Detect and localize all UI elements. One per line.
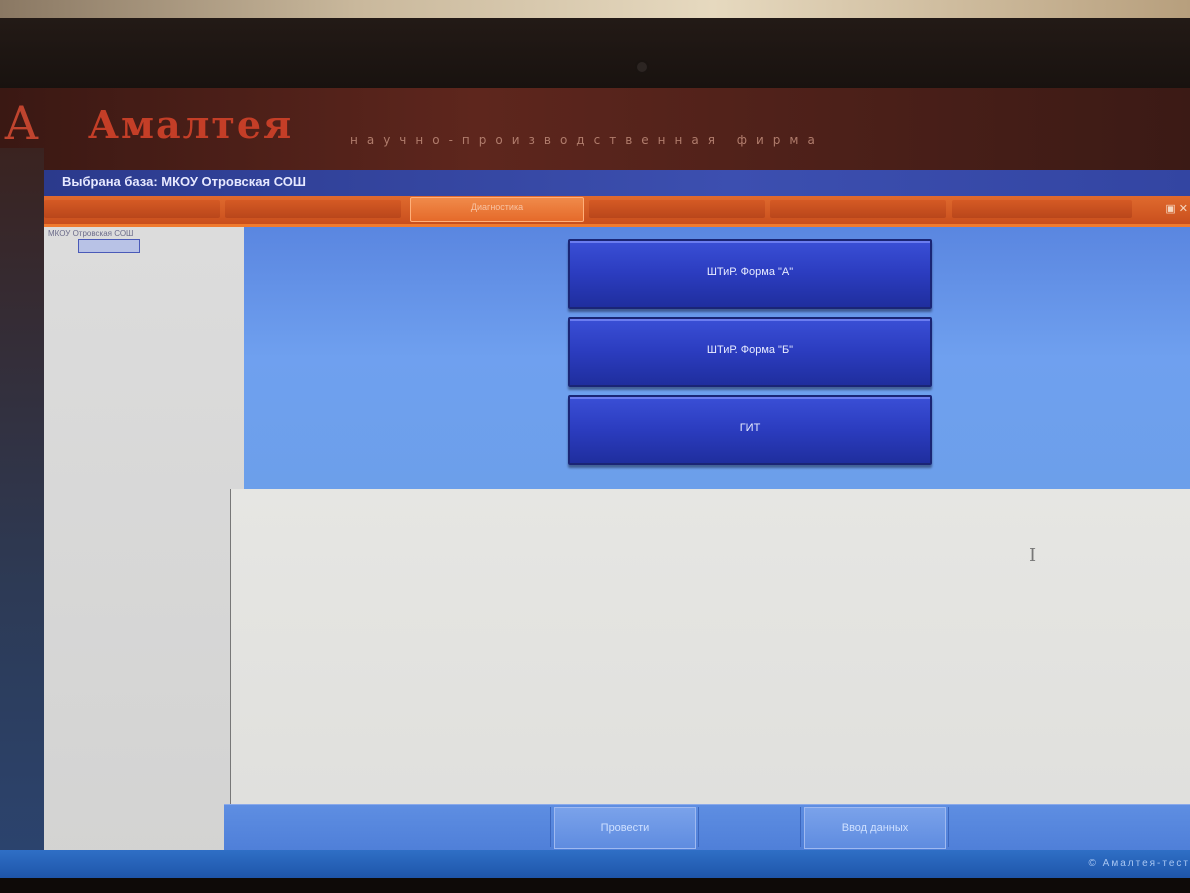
toolbar-divider (550, 807, 551, 847)
text-cursor-icon: I (1029, 545, 1037, 566)
window-controls-icon[interactable]: ▣ ✕ (1165, 202, 1188, 215)
run-button[interactable]: Провести (554, 807, 696, 849)
brand-header: А Амалтея научно-производственная фирма (0, 88, 1190, 170)
form-b-button[interactable]: ШТиР. Форма "Б" (568, 317, 932, 387)
laptop-bottom-edge (0, 878, 1190, 893)
tree-selected-node[interactable] (78, 239, 140, 253)
taskbar: © Амалтея-тест (0, 850, 1190, 878)
webcam (637, 62, 647, 72)
tab-1[interactable] (44, 200, 220, 218)
logo-mark: А (4, 96, 39, 150)
taskbar-label: © Амалтея-тест (1088, 858, 1190, 869)
toolbar-divider (698, 807, 699, 847)
tab-4[interactable] (589, 200, 765, 218)
tree-root[interactable]: МКОУ Отровская СОШ (48, 229, 133, 238)
navigation-tree: МКОУ Отровская СОШ (44, 227, 245, 870)
action-pane: ШТиР. Форма "А" ШТиР. Форма "Б" ГИТ (244, 227, 1190, 489)
bottom-toolbar: Провести Ввод данных (224, 804, 1190, 851)
toolbar-divider (948, 807, 949, 847)
tab-2[interactable] (225, 200, 401, 218)
enter-data-button[interactable]: Ввод данных (804, 807, 946, 849)
toolbar-divider (800, 807, 801, 847)
tab-bar: Диагностика ▣ ✕ (44, 196, 1190, 227)
desktop-left-edge (0, 148, 44, 878)
screen: А Амалтея научно-производственная фирма … (0, 88, 1190, 878)
app-window: Выбрана база: МКОУ Отровская СОШ Диагнос… (44, 170, 1190, 870)
database-bar: Выбрана база: МКОУ Отровская СОШ (44, 170, 1190, 196)
tab-3-label: Диагностика (470, 202, 524, 212)
tab-diagnostics[interactable]: Диагностика (410, 197, 584, 222)
selected-database-label: Выбрана база: МКОУ Отровская СОШ (62, 174, 306, 189)
laptop-bezel (0, 18, 1190, 98)
tab-6[interactable] (952, 200, 1132, 218)
tab-5[interactable] (770, 200, 946, 218)
git-button[interactable]: ГИТ (568, 395, 932, 465)
form-a-button[interactable]: ШТиР. Форма "А" (568, 239, 932, 309)
brand-name: Амалтея (88, 102, 294, 147)
brand-subtitle: научно-производственная фирма (350, 133, 824, 147)
content-area: I (230, 489, 1190, 804)
